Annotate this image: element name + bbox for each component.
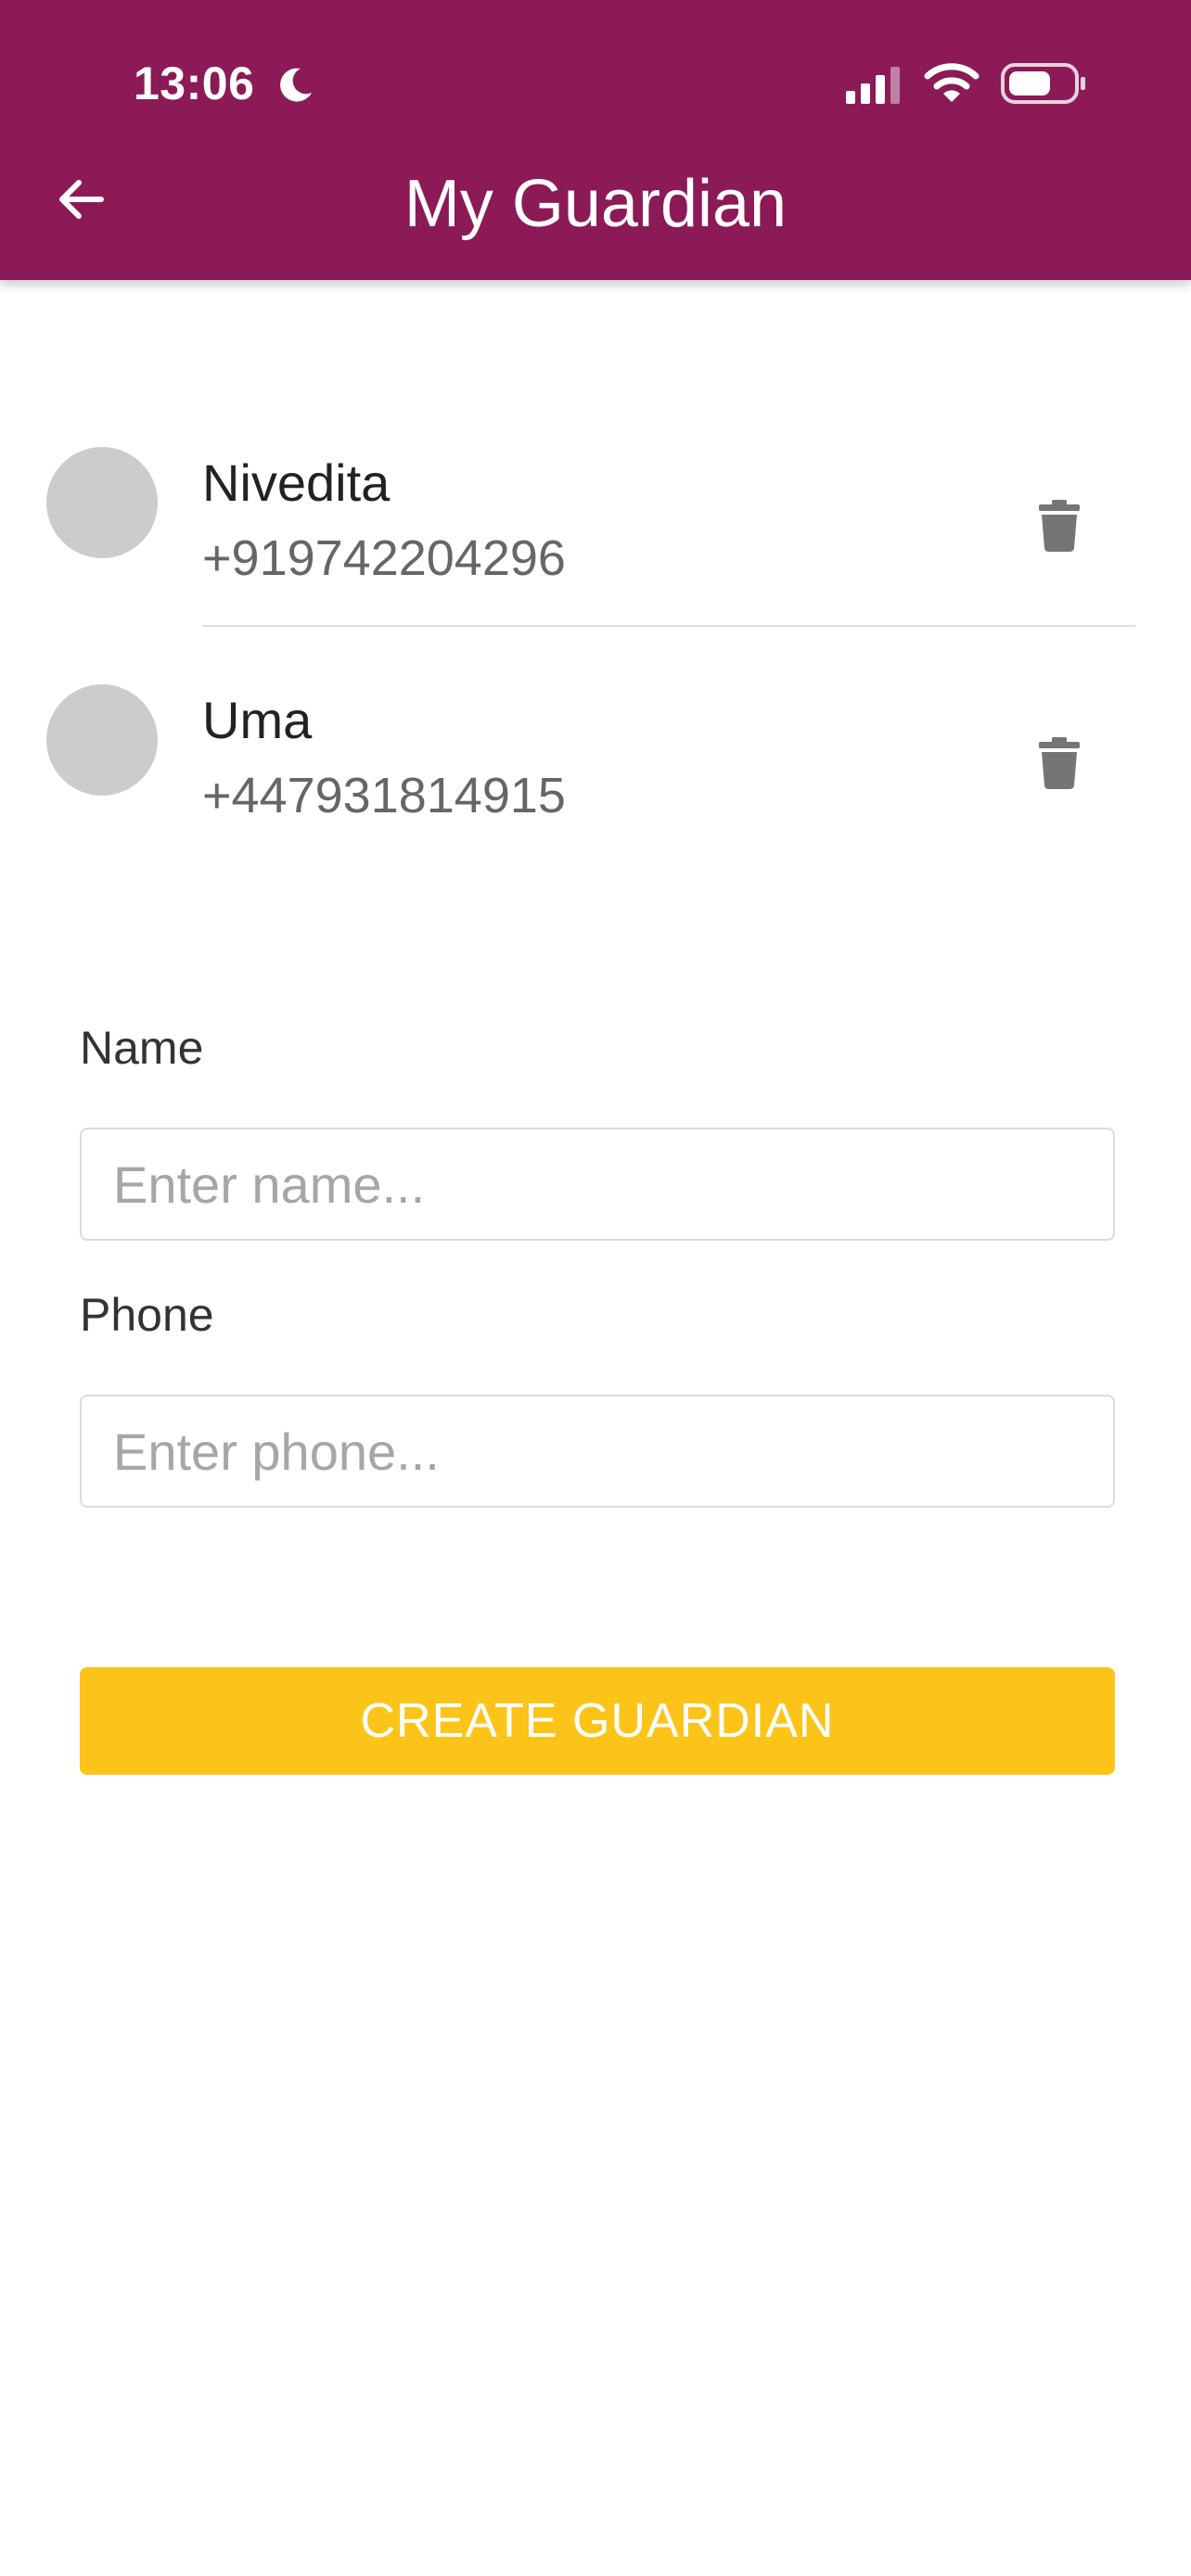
name-input[interactable] <box>80 1128 1115 1241</box>
create-guardian-button[interactable]: CREATE GUARDIAN <box>80 1667 1115 1775</box>
avatar <box>46 684 158 796</box>
phone-input[interactable] <box>80 1395 1115 1508</box>
page-title: My Guardian <box>403 167 788 241</box>
guardian-name: Nivedita <box>202 453 391 512</box>
guardian-name: Uma <box>202 691 313 749</box>
app-bar: 13:06 My Guardian <box>0 0 1191 280</box>
signal-icon <box>846 67 900 104</box>
trash-icon <box>1039 500 1080 552</box>
delete-guardian-button[interactable] <box>1031 731 1087 796</box>
avatar <box>46 447 158 558</box>
guardian-row-nivedita: Nivedita +919742204296 <box>0 389 1191 627</box>
name-label: Name <box>80 1022 204 1074</box>
create-guardian-form: Name Phone <box>80 1020 1115 1508</box>
battery-icon <box>1001 63 1085 104</box>
phone-label: Phone <box>80 1289 214 1341</box>
moon-icon <box>280 68 312 102</box>
guardian-row-uma: Uma +447931814915 <box>0 627 1191 864</box>
guardian-phone: +919742204296 <box>202 530 566 586</box>
trash-icon <box>1039 737 1080 789</box>
wifi-icon <box>924 63 980 102</box>
delete-guardian-button[interactable] <box>1031 493 1087 558</box>
guardian-list: Nivedita +919742204296 Uma +447931814915 <box>0 389 1191 864</box>
guardian-phone: +447931814915 <box>202 768 566 823</box>
status-time: 13:06 <box>134 57 255 109</box>
